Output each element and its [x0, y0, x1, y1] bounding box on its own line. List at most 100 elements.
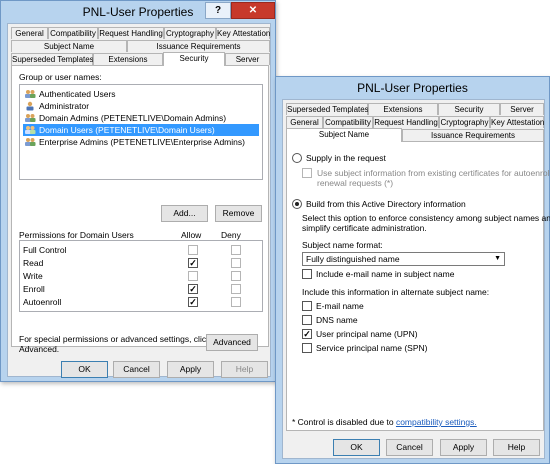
deny-header: Deny: [221, 230, 241, 240]
user-icon: [26, 101, 34, 111]
user-item[interactable]: Domain Admins (PETENETLIVE\Domain Admins…: [23, 112, 259, 124]
upn-checkbox[interactable]: ✓: [302, 329, 312, 339]
deny-autoenroll-checkbox[interactable]: [231, 297, 241, 307]
user-item-label: Authenticated Users: [39, 89, 116, 99]
security-panel: Group or user names: Authenticated Users…: [11, 65, 269, 354]
users-icon: [25, 138, 36, 146]
subject-format-select[interactable]: Fully distinguished name ▼: [302, 252, 505, 266]
right-dialog-body: Superseded Templates Extensions Security…: [282, 99, 550, 459]
subject-format-label: Subject name format:: [302, 240, 383, 250]
email-name-checkbox[interactable]: [302, 301, 312, 311]
tab-issuance-requirements[interactable]: Issuance Requirements: [402, 129, 544, 141]
tab-subject-name[interactable]: Subject Name: [11, 40, 127, 52]
tab-server[interactable]: Server: [500, 103, 544, 115]
remove-button[interactable]: Remove: [215, 205, 262, 222]
left-properties-dialog: PNL-User Properties ? ✕ General Compatib…: [0, 0, 276, 382]
right-help-button[interactable]: Help: [493, 439, 540, 456]
user-item[interactable]: Authenticated Users: [23, 88, 259, 100]
spn-checkbox[interactable]: [302, 343, 312, 353]
chevron-down-icon: ▼: [494, 255, 501, 262]
user-item-label: Domain Admins (PETENETLIVE\Domain Admins…: [39, 113, 227, 123]
permission-name: Read: [23, 258, 44, 268]
allow-full-control-checkbox[interactable]: [188, 245, 198, 255]
special-permissions-text-2: Advanced.: [19, 344, 60, 354]
tab-compatibility[interactable]: Compatibility: [48, 27, 98, 39]
build-from-ad-radio[interactable]: [292, 199, 302, 209]
left-dialog-body: General Compatibility Request Handling C…: [7, 23, 271, 378]
dns-name-label: DNS name: [316, 315, 358, 325]
compatibility-footnote: * Control is disabled due to compatibili…: [292, 417, 477, 427]
build-from-ad-label: Build from this Active Directory informa…: [306, 199, 466, 209]
tab-superseded-templates[interactable]: Superseded Templates: [286, 103, 369, 115]
user-item[interactable]: Administrator: [23, 100, 259, 112]
deny-read-checkbox[interactable]: [231, 258, 241, 268]
add-button[interactable]: Add...: [161, 205, 208, 222]
tab-server[interactable]: Server: [225, 53, 270, 65]
include-email-checkbox[interactable]: [302, 269, 312, 279]
left-apply-button[interactable]: Apply: [167, 361, 214, 378]
deny-enroll-checkbox[interactable]: [231, 284, 241, 294]
left-help-title-button[interactable]: ?: [205, 2, 231, 19]
allow-enroll-checkbox[interactable]: ✓: [188, 284, 198, 294]
special-permissions-text: For special permissions or advanced sett…: [19, 334, 211, 344]
tab-request-handling[interactable]: Request Handling: [373, 116, 439, 128]
user-item-label: Domain Users (PETENETLIVE\Domain Users): [39, 125, 215, 135]
right-dialog-title: PNL-User Properties: [357, 81, 468, 95]
include-email-label: Include e-mail name in subject name: [316, 269, 455, 279]
left-close-button[interactable]: ✕: [231, 2, 275, 19]
group-label: Group or user names:: [19, 72, 102, 82]
subject-name-panel: Supply in the request Use subject inform…: [286, 141, 550, 431]
tab-subject-name[interactable]: Subject Name: [286, 128, 402, 142]
permissions-label: Permissions for Domain Users: [19, 230, 134, 240]
footnote-text: * Control is disabled due to: [292, 417, 396, 427]
upn-label: User principal name (UPN): [316, 329, 418, 339]
tab-security[interactable]: Security: [438, 103, 500, 115]
tab-key-attestation[interactable]: Key Attestation: [216, 27, 270, 39]
user-item[interactable]: Enterprise Admins (PETENETLIVE\Enterpris…: [23, 136, 259, 148]
tab-issuance-requirements[interactable]: Issuance Requirements: [127, 40, 270, 52]
tab-request-handling[interactable]: Request Handling: [98, 27, 164, 39]
tab-cryptography[interactable]: Cryptography: [164, 27, 216, 39]
users-icon: [25, 126, 36, 134]
tab-key-attestation[interactable]: Key Attestation: [490, 116, 544, 128]
use-subject-info-label: Use subject information from existing ce…: [317, 168, 550, 178]
right-cancel-button[interactable]: Cancel: [386, 439, 433, 456]
subject-format-value: Fully distinguished name: [306, 254, 400, 264]
allow-read-checkbox[interactable]: ✓: [188, 258, 198, 268]
users-icon: [25, 90, 36, 98]
supply-in-request-radio[interactable]: [292, 153, 302, 163]
tab-superseded-templates[interactable]: Superseded Templates: [11, 53, 94, 65]
deny-full-control-checkbox[interactable]: [231, 245, 241, 255]
tab-extensions[interactable]: Extensions: [93, 53, 163, 65]
tab-security[interactable]: Security: [163, 52, 225, 66]
left-help-button[interactable]: Help: [221, 361, 268, 378]
advanced-button[interactable]: Advanced: [206, 334, 258, 351]
right-ok-button[interactable]: OK: [333, 439, 380, 456]
use-subject-info-label-2: renewal requests (*): [317, 178, 394, 188]
dns-name-checkbox[interactable]: [302, 315, 312, 325]
tab-general[interactable]: General: [11, 27, 48, 39]
tab-general[interactable]: General: [286, 116, 323, 128]
left-ok-button[interactable]: OK: [61, 361, 108, 378]
use-subject-info-checkbox[interactable]: [302, 168, 312, 178]
user-listbox[interactable]: Authenticated Users Administrator Domain…: [19, 84, 263, 180]
allow-autoenroll-checkbox[interactable]: ✓: [188, 297, 198, 307]
compatibility-settings-link[interactable]: compatibility settings.: [396, 417, 477, 427]
permission-name: Write: [23, 271, 43, 281]
email-name-label: E-mail name: [316, 301, 364, 311]
spn-label: Service principal name (SPN): [316, 343, 428, 353]
left-cancel-button[interactable]: Cancel: [113, 361, 160, 378]
right-apply-button[interactable]: Apply: [440, 439, 487, 456]
build-description: Select this option to enforce consistenc…: [302, 213, 550, 223]
supply-in-request-label: Supply in the request: [306, 153, 386, 163]
allow-write-checkbox[interactable]: [188, 271, 198, 281]
tab-compatibility[interactable]: Compatibility: [323, 116, 373, 128]
permissions-list: Full Control Read ✓ Write Enroll ✓ Autoe…: [19, 240, 263, 312]
deny-write-checkbox[interactable]: [231, 271, 241, 281]
users-icon: [25, 114, 36, 122]
permission-name: Autoenroll: [23, 297, 62, 307]
user-item-label: Administrator: [39, 101, 90, 111]
user-item-selected[interactable]: Domain Users (PETENETLIVE\Domain Users): [23, 124, 259, 136]
tab-extensions[interactable]: Extensions: [368, 103, 438, 115]
tab-cryptography[interactable]: Cryptography: [439, 116, 490, 128]
